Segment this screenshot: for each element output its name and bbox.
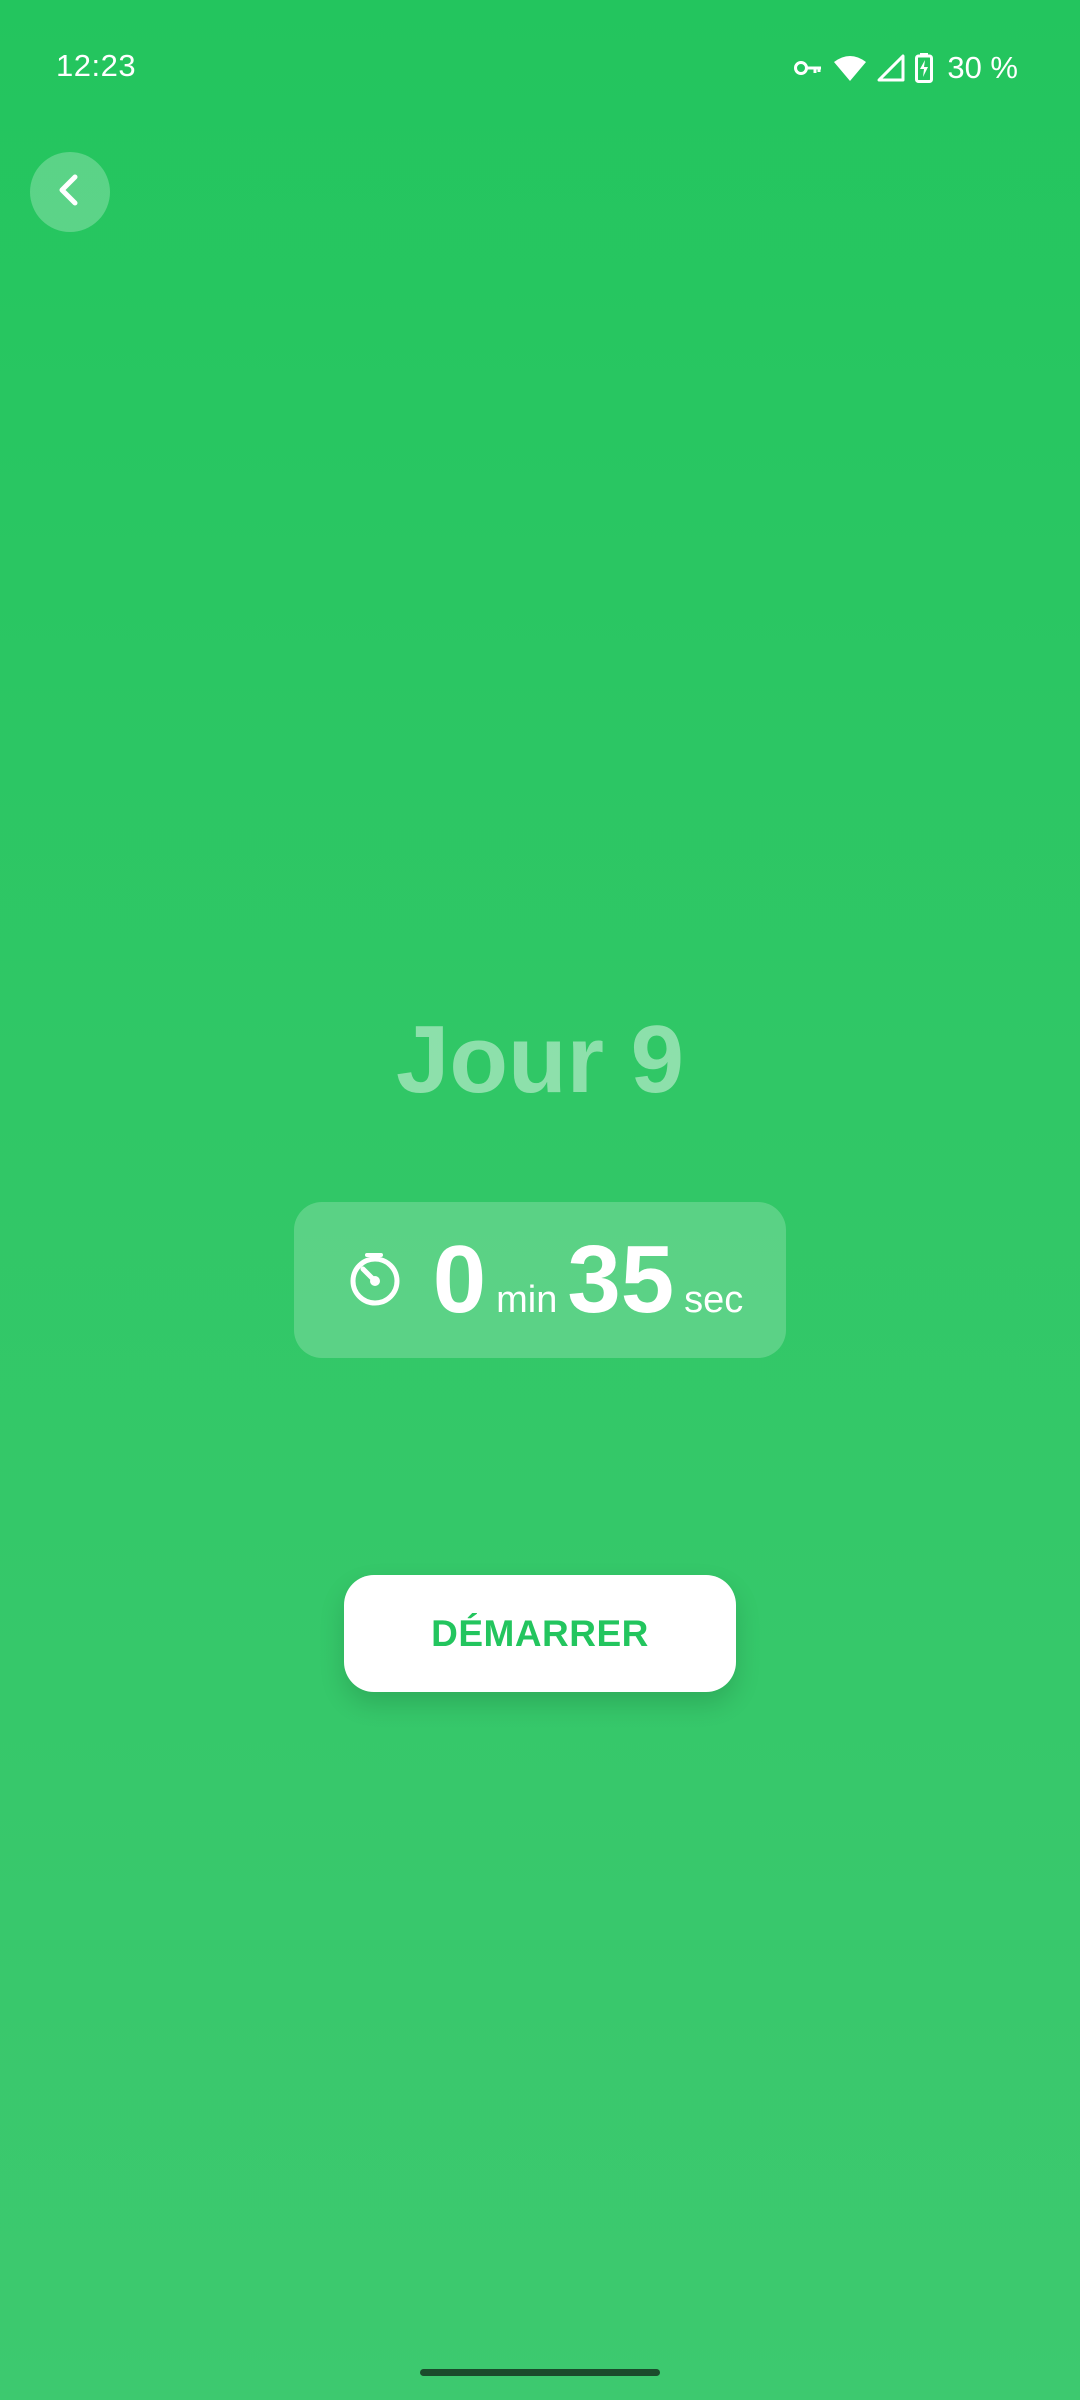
day-title: Jour 9 <box>395 1006 685 1113</box>
timer-seconds: 35 <box>567 1226 675 1333</box>
stopwatch-icon <box>347 1251 403 1312</box>
timer-minutes-unit: min <box>496 1279 558 1321</box>
timer-display: 0 min 35 sec <box>347 1226 744 1333</box>
chevron-left-icon <box>50 170 90 215</box>
signal-icon <box>877 54 905 82</box>
timer-seconds-unit: sec <box>684 1279 744 1321</box>
status-time: 12:23 <box>56 48 137 83</box>
wifi-icon <box>833 54 867 82</box>
timer-minutes: 0 <box>432 1226 487 1333</box>
battery-charging-icon <box>915 53 934 83</box>
vpn-key-icon <box>793 58 823 78</box>
status-icons: 30 % <box>793 48 1018 88</box>
start-button[interactable]: DÉMARRER <box>344 1575 736 1692</box>
timer-card: 0 min 35 sec <box>294 1202 786 1358</box>
gesture-navigation-bar[interactable] <box>420 2369 660 2376</box>
status-bar: 12:23 30 % <box>0 0 1080 136</box>
back-button[interactable] <box>30 152 110 232</box>
battery-percentage: 30 % <box>947 50 1018 85</box>
